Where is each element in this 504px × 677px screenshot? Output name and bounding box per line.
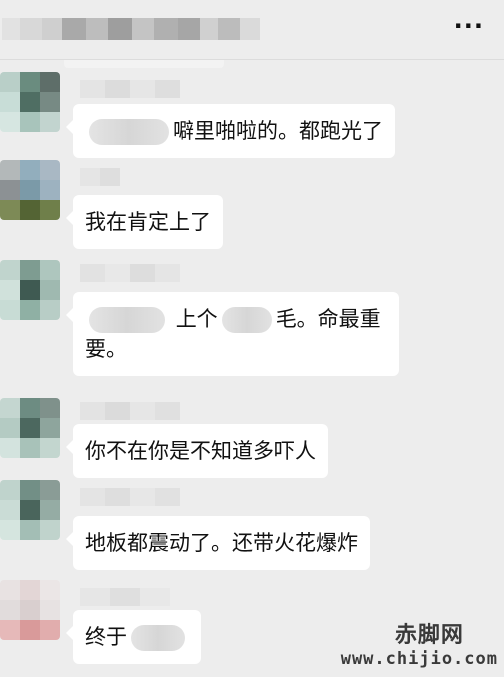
avatar[interactable] bbox=[0, 480, 60, 540]
avatar[interactable] bbox=[0, 260, 60, 320]
message-text-part-b: 毛。命最重 bbox=[275, 307, 381, 331]
message-text: 你不在你是不知道多吓人 bbox=[85, 439, 316, 463]
message-bubble[interactable]: 你不在你是不知道多吓人 bbox=[66, 424, 328, 478]
message-bubble[interactable]: 上个 毛。命最重 要。 bbox=[66, 292, 399, 376]
message-text: 终于 bbox=[85, 625, 127, 649]
sender-name-blurred bbox=[80, 80, 180, 98]
avatar[interactable] bbox=[0, 72, 60, 132]
message-text-part-a: 上个 bbox=[175, 307, 218, 331]
message-bubble[interactable]: 终于 bbox=[66, 610, 201, 664]
sender-name-blurred bbox=[80, 168, 120, 186]
avatar[interactable] bbox=[0, 160, 60, 220]
sender-name-blurred bbox=[80, 264, 180, 282]
message-text: 噼里啪啦的。都跑光了 bbox=[173, 119, 383, 143]
sender-name-blurred bbox=[80, 588, 170, 606]
watermark-logo-text: 赤脚网 bbox=[394, 623, 464, 648]
watermark: 赤脚网 www.chijio.com bbox=[341, 617, 498, 669]
blurred-text bbox=[89, 119, 169, 145]
more-options-icon[interactable]: ··· bbox=[454, 14, 484, 38]
sender-name-blurred bbox=[80, 488, 180, 506]
previous-message-fragment bbox=[64, 60, 224, 68]
blurred-text bbox=[131, 625, 185, 651]
chat-header: ··· bbox=[0, 0, 504, 60]
message-text: 地板都震动了。还带火花爆炸 bbox=[85, 531, 358, 555]
message-text: 我在肯定上了 bbox=[85, 210, 211, 234]
avatar[interactable] bbox=[0, 580, 60, 640]
blurred-text bbox=[89, 307, 165, 333]
message-bubble[interactable]: 地板都震动了。还带火花爆炸 bbox=[66, 516, 370, 570]
message-bubble[interactable]: 噼里啪啦的。都跑光了 bbox=[66, 104, 395, 158]
message-bubble[interactable]: 我在肯定上了 bbox=[66, 195, 223, 249]
watermark-url: www.chijio.com bbox=[340, 649, 498, 669]
sender-name-blurred bbox=[80, 402, 180, 420]
blurred-text bbox=[221, 307, 272, 333]
message-text-part-c: 要。 bbox=[85, 337, 127, 361]
avatar[interactable] bbox=[0, 398, 60, 458]
chat-title-blurred bbox=[2, 18, 260, 40]
